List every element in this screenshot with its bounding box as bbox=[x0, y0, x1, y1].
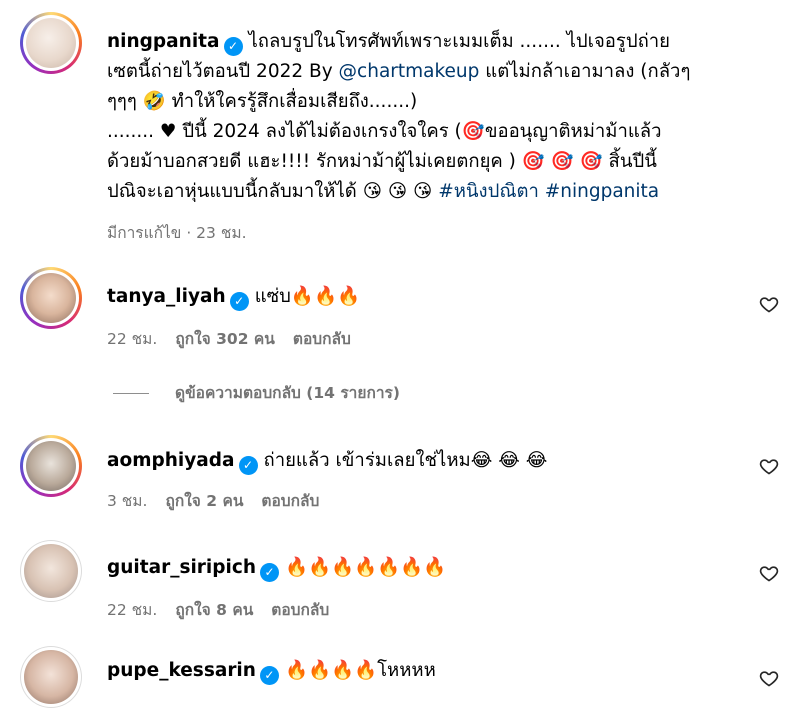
post-author-username[interactable]: ningpanita bbox=[107, 31, 220, 52]
comment-time: 22 ชม. bbox=[107, 601, 158, 619]
view-replies-divider bbox=[113, 393, 149, 394]
reply-button[interactable]: ตอบกลับ bbox=[271, 601, 329, 619]
mention-link[interactable]: @chartmakeup bbox=[339, 61, 480, 82]
post-author-avatar[interactable] bbox=[20, 12, 82, 74]
comment-username[interactable]: pupe_kessarin bbox=[107, 660, 256, 681]
post-caption-line-3: ๆๆๆ 🤣 ทำให้ใครรู้สึกเสื่อมเสียถึง.......… bbox=[107, 91, 418, 112]
comment-body: guitar_siripich ✓ 🔥🔥🔥🔥🔥🔥🔥 bbox=[107, 554, 446, 582]
comment-time: 22 ชม. bbox=[107, 330, 158, 348]
comment-username[interactable]: guitar_siripich bbox=[107, 557, 256, 578]
verified-badge-icon: ✓ bbox=[260, 563, 279, 582]
comment-avatar[interactable] bbox=[20, 267, 82, 329]
verified-badge-icon: ✓ bbox=[229, 292, 249, 311]
post-meta: มีการแก้ไข · 23 ชม. bbox=[107, 224, 247, 242]
post-caption-line-6: ปณิจะเอาหุ่นแบบนี้กลับมาให้ได้ 😘 😘 😘 #หน… bbox=[107, 181, 660, 202]
comment-body: tanya_liyah ✓ แซ่บ🔥🔥🔥 bbox=[107, 283, 360, 311]
reply-button[interactable]: ตอบกลับ bbox=[261, 492, 319, 510]
heart-outline-icon[interactable] bbox=[759, 456, 779, 476]
verified-badge-icon: ✓ bbox=[223, 37, 243, 56]
comment-avatar[interactable] bbox=[20, 646, 82, 708]
comment-body: aomphiyada ✓ ถ่ายแล้ว เข้าร่มเลยใช่ไหม😂 😂 … bbox=[107, 447, 547, 475]
comment-username[interactable]: aomphiyada bbox=[107, 450, 235, 471]
view-replies-button[interactable]: ดูข้อความตอบกลับ (14 รายการ) bbox=[175, 380, 400, 405]
reply-button[interactable]: ตอบกลับ bbox=[293, 330, 351, 348]
comment-likes[interactable]: ถูกใจ 2 คน bbox=[165, 492, 243, 510]
verified-badge-icon: ✓ bbox=[259, 666, 279, 685]
post-caption-line-2: เซตนี้ถ่ายไว้ตอนปี 2022 By @chartmakeup … bbox=[107, 61, 691, 82]
comment-text: 🔥🔥🔥🔥โหหหห bbox=[284, 660, 436, 681]
comment-avatar[interactable] bbox=[20, 540, 82, 602]
comment-meta: 3 ชม. ถูกใจ 2 คน ตอบกลับ bbox=[107, 488, 337, 513]
comment-username[interactable]: tanya_liyah bbox=[107, 286, 226, 307]
comment-text: แซ่บ🔥🔥🔥 bbox=[254, 286, 361, 307]
post-caption-line-4: ........ ♥ ปีนี้ 2024 ลงได้ไม่ต้องเกรงใจ… bbox=[107, 121, 662, 142]
heart-outline-icon[interactable] bbox=[759, 563, 779, 583]
comment-avatar[interactable] bbox=[20, 435, 82, 497]
comment-text: 🔥🔥🔥🔥🔥🔥🔥 bbox=[285, 557, 447, 578]
comment-meta: 22 ชม. ถูกใจ 302 คน ตอบกลับ bbox=[107, 326, 369, 351]
comment-time: 3 ชม. bbox=[107, 492, 148, 510]
comment-text: ถ่ายแล้ว เข้าร่มเลยใช่ไหม😂 😂 😂 bbox=[263, 450, 548, 471]
heart-outline-icon[interactable] bbox=[759, 294, 779, 314]
comment-likes[interactable]: ถูกใจ 302 คน bbox=[175, 330, 275, 348]
heart-outline-icon[interactable] bbox=[759, 668, 779, 688]
hashtag-link[interactable]: #หนิงปณิตา #ningpanita bbox=[438, 181, 659, 202]
post-caption-line-1: ningpanita ✓ ไถลบรูปในโทรศัพท์เพราะเมมเต็ม… bbox=[107, 28, 670, 56]
comment-meta: 22 ชม. ถูกใจ 8 คน ตอบกลับ bbox=[107, 597, 347, 622]
comment-body: pupe_kessarin ✓ 🔥🔥🔥🔥โหหหห bbox=[107, 657, 436, 685]
verified-badge-icon: ✓ bbox=[238, 456, 258, 475]
post-caption-line-5: ด้วยม้าบอกสวยดี แฮะ!!!! รักหม่าม้าผู้ไม่… bbox=[107, 151, 657, 172]
comment-likes[interactable]: ถูกใจ 8 คน bbox=[175, 601, 253, 619]
